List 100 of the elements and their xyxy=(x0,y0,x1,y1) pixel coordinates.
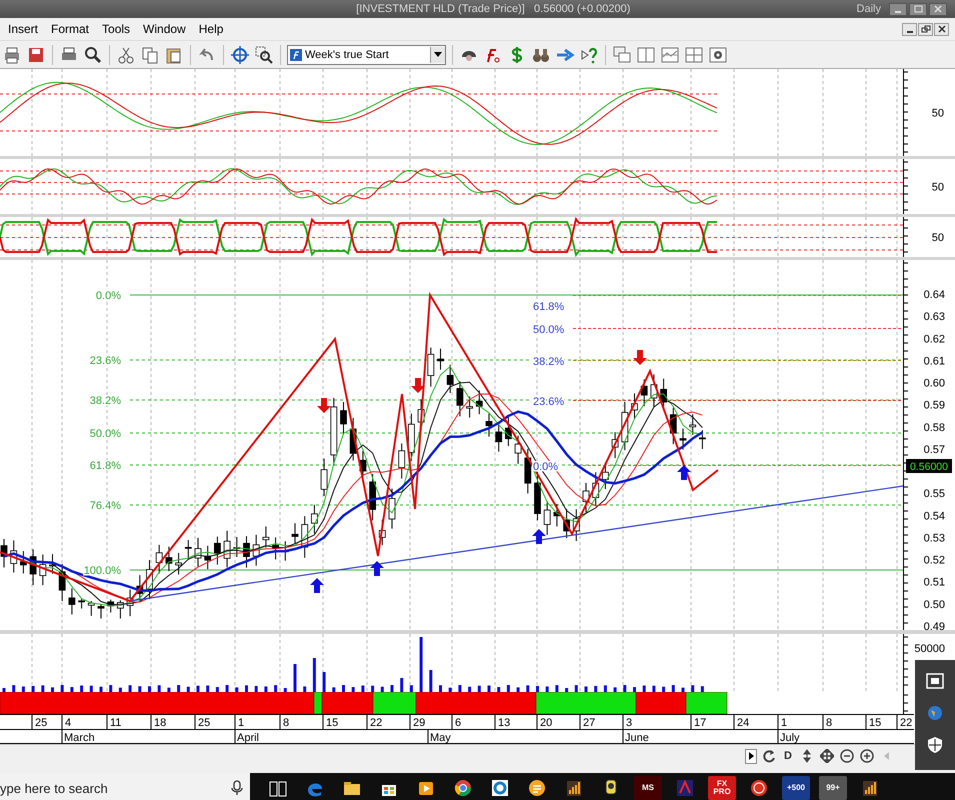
price-axis-label: 0.62 xyxy=(924,333,945,346)
chart-window-icon[interactable] xyxy=(660,44,680,64)
maximize-button[interactable] xyxy=(909,2,927,16)
printer-icon[interactable] xyxy=(2,44,22,64)
date-label: 1 xyxy=(238,717,244,729)
mail-button[interactable]: 99+ xyxy=(819,776,847,800)
minimize-button[interactable] xyxy=(902,22,917,36)
candlestick xyxy=(592,472,600,506)
window-title: [INVESTMENT HLD (Trade Price)] 0.56000 (+0.00200) xyxy=(355,3,632,15)
study-dropdown[interactable]: Week's true Start xyxy=(287,44,446,64)
fibonacci-label: 38.2% xyxy=(533,356,564,368)
candlestick xyxy=(340,402,347,436)
date-label: 4 xyxy=(65,717,72,729)
tile-vertical-icon[interactable] xyxy=(636,44,656,64)
candlestick xyxy=(378,519,386,546)
down-arrow xyxy=(411,378,425,393)
candlestick xyxy=(514,435,522,464)
candlestick xyxy=(262,526,270,548)
cascade-windows-icon[interactable] xyxy=(612,44,632,64)
candlestick xyxy=(49,554,56,574)
candlestick xyxy=(582,482,590,513)
up-arrow xyxy=(310,578,324,593)
shield-icon[interactable] xyxy=(926,736,944,754)
candlestick xyxy=(398,442,406,480)
fibonacci-label: 50.0% xyxy=(533,324,564,336)
restore-button[interactable] xyxy=(918,22,933,36)
candlestick xyxy=(166,546,172,572)
date-label: 13 xyxy=(498,717,510,729)
menu-item[interactable]: Format xyxy=(46,22,94,36)
date-label: 25 xyxy=(198,717,210,729)
candlestick xyxy=(117,600,124,620)
candlestick xyxy=(572,508,580,542)
copy-icon[interactable] xyxy=(140,44,160,64)
candlestick xyxy=(534,471,541,521)
search-box[interactable]: ype here to search xyxy=(0,773,250,800)
minimize-button[interactable] xyxy=(889,2,907,16)
period-button[interactable]: D xyxy=(781,750,795,762)
candlestick xyxy=(640,378,648,407)
fibonacci-label: 61.8% xyxy=(533,301,564,313)
candlestick xyxy=(311,504,318,534)
candlestick xyxy=(98,604,104,620)
search-field[interactable]: ype here to search xyxy=(0,780,230,796)
period-label: Daily xyxy=(856,3,881,15)
price-axis-label: 0.57 xyxy=(924,444,945,456)
price-axis-label: 0.52 xyxy=(924,554,945,567)
globe-icon[interactable] xyxy=(926,704,944,722)
price-axis-label: 0.51 xyxy=(924,576,945,589)
up-arrow xyxy=(677,465,691,480)
candlestick xyxy=(456,380,464,417)
gear-icon[interactable] xyxy=(708,44,728,64)
fibonacci-label: 61.8% xyxy=(90,460,121,472)
candlestick xyxy=(330,397,338,466)
window-icon[interactable] xyxy=(926,672,944,690)
menu-item[interactable]: Help xyxy=(194,22,228,36)
close-button[interactable] xyxy=(934,22,949,36)
candlestick xyxy=(320,458,328,496)
axis-label: 50 xyxy=(932,108,944,120)
search-icon[interactable] xyxy=(83,44,103,64)
microphone-icon xyxy=(230,780,244,796)
price-axis-label: 0.60 xyxy=(924,378,945,390)
axis-label: 50 xyxy=(932,182,944,194)
last-price-badge: 0.56000 xyxy=(906,459,952,473)
menu-item[interactable]: Tools xyxy=(97,22,136,36)
app-button[interactable]: +500 xyxy=(782,776,810,800)
candlestick xyxy=(68,588,76,615)
app-button[interactable]: FX PRO xyxy=(708,776,736,800)
price-axis-label: 0.64 xyxy=(924,289,945,301)
date-label: 15 xyxy=(326,717,338,729)
date-label: 27 xyxy=(583,717,596,729)
menu-item[interactable]: Window xyxy=(138,22,191,36)
axis-label: 50 xyxy=(932,232,944,244)
fibonacci-label: 23.6% xyxy=(533,396,564,408)
candlestick xyxy=(107,599,114,614)
candlestick xyxy=(0,538,8,568)
scroll-right-button[interactable] xyxy=(745,748,757,764)
menu-item[interactable]: Insert xyxy=(3,22,44,36)
up-arrow xyxy=(532,529,546,544)
candlestick xyxy=(20,550,27,574)
candlestick xyxy=(252,534,260,566)
candlestick xyxy=(292,522,298,544)
maximize-icon xyxy=(913,5,923,13)
candlestick xyxy=(369,473,376,521)
candlestick xyxy=(476,390,483,415)
month-label: June xyxy=(625,732,649,744)
fibonacci-label: 76.4% xyxy=(90,500,121,512)
date-label: 18 xyxy=(154,717,166,729)
tile-grid-icon[interactable] xyxy=(684,44,704,64)
axis-label: 50000 xyxy=(914,643,945,655)
price-axis-label: 0.61 xyxy=(924,355,945,368)
price-axis-label: 0.55 xyxy=(924,488,945,500)
candlestick xyxy=(554,503,560,527)
candlestick xyxy=(621,401,628,451)
fibonacci-label: 50.0% xyxy=(90,428,121,440)
date-label: 25 xyxy=(35,717,48,729)
candlestick xyxy=(388,488,396,530)
app-button[interactable]: MS xyxy=(634,776,662,800)
crosshair-icon[interactable] xyxy=(230,44,250,64)
function-icon xyxy=(290,48,302,60)
close-button[interactable] xyxy=(929,2,947,16)
zoom-icon[interactable] xyxy=(254,44,274,64)
